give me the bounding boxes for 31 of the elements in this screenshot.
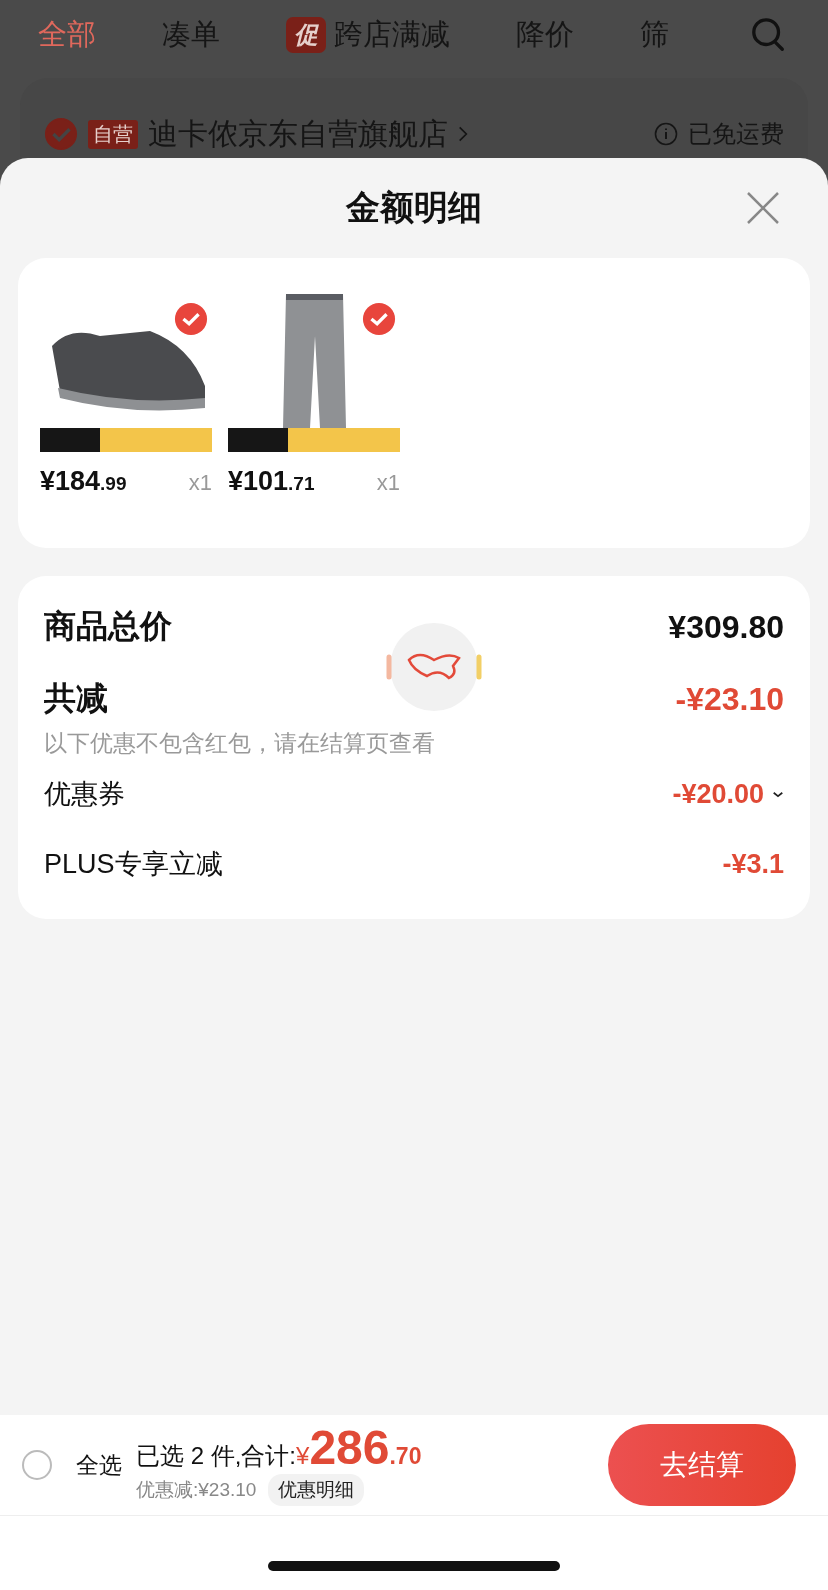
total-label: 商品总价 [44,607,172,646]
check-icon[interactable] [44,117,78,151]
quantity-label: x1 [188,470,212,496]
product-price: ¥184.99 [40,466,127,497]
total-amount: ¥286.70 [296,1424,422,1472]
chevron-right-icon [458,125,468,143]
discount-label: 优惠券 [44,778,125,811]
check-icon[interactable] [362,302,396,336]
sheet-title: 金额明细 [346,187,482,228]
reduction-value: -¥23.10 [675,680,784,718]
discount-detail-button[interactable]: 优惠明细 [268,1474,365,1506]
discount-label: PLUS专享立减 [44,848,223,881]
filter-tab[interactable]: 全部 [38,15,96,55]
product-price: ¥101.71 [228,466,315,497]
discount-note: 优惠减:¥23.10 [136,1478,257,1502]
discount-value: -¥3.1 [722,848,784,880]
promo-badge: 促 [286,17,326,53]
reduction-label: 共减 [44,679,108,718]
check-icon[interactable] [174,302,208,336]
close-icon[interactable] [746,191,780,225]
reduction-note: 以下优惠不包含红包，请在结算页查看 [44,729,436,758]
select-all-radio[interactable] [22,1450,52,1480]
store-tag: 自营 [88,119,138,149]
checkout-button[interactable]: 去结算 [608,1424,796,1506]
total-value: ¥309.80 [668,608,784,646]
info-icon[interactable] [654,122,678,146]
discount-value: -¥20.00 [672,778,764,810]
chevron-down-icon[interactable] [772,789,784,799]
select-all-label[interactable]: 全选 [76,1449,122,1481]
selection-summary: 已选 2 件,合计: [136,1441,297,1471]
quantity-label: x1 [376,470,400,496]
